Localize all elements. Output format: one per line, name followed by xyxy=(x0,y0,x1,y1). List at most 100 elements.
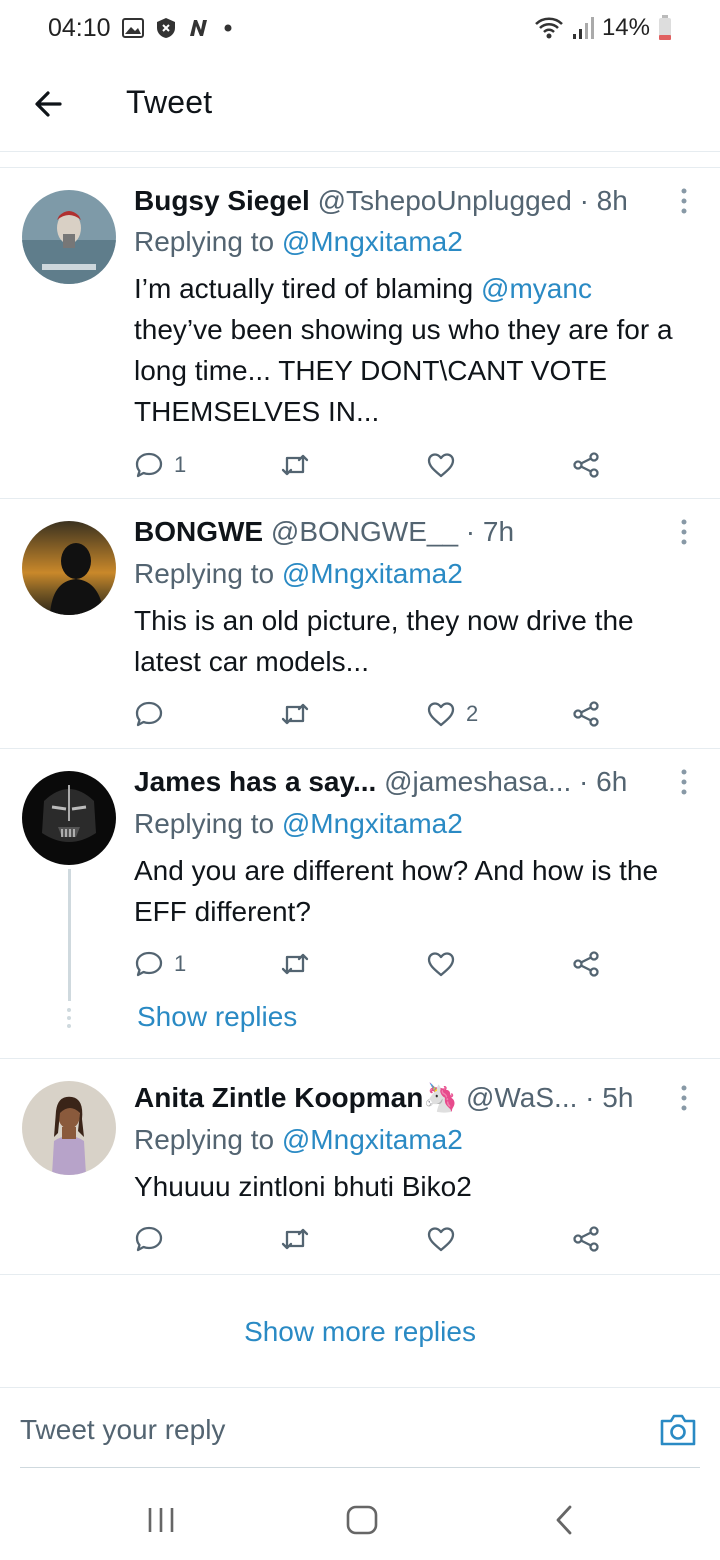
author-name[interactable]: Anita Zintle Koopman xyxy=(134,1082,423,1113)
tweet[interactable]: Anita Zintle Koopman🦄 @WaS... · 5h Reply… xyxy=(0,1059,720,1275)
page-title: Tweet xyxy=(126,84,213,120)
status-notification-icons xyxy=(122,17,232,39)
replying-label: Replying to xyxy=(134,226,275,257)
heart-icon xyxy=(427,453,455,478)
status-bar: 04:10 14% xyxy=(0,0,720,60)
author-name[interactable]: BONGWE xyxy=(134,516,263,547)
signal-icon xyxy=(572,17,594,39)
retweet-button[interactable] xyxy=(280,694,310,734)
reply-count: 1 xyxy=(174,951,187,976)
arrow-left-icon xyxy=(35,91,62,117)
show-replies-link[interactable]: Show replies xyxy=(137,1001,297,1033)
like-count: 2 xyxy=(466,701,479,726)
author-meta: @TshepoUnplugged · 8h xyxy=(317,185,628,216)
tweet[interactable]: James has a say... @jameshasa... · 6h Re… xyxy=(0,749,720,1059)
tweet-actions: 2 xyxy=(134,694,614,734)
share-button[interactable] xyxy=(571,445,601,485)
battery-icon xyxy=(659,15,671,40)
author-name[interactable]: James has a say... xyxy=(134,766,376,797)
tweet-text: Yhuuuu zintloni bhuti Biko2 xyxy=(134,1171,472,1202)
avatar[interactable] xyxy=(22,190,116,284)
thread-line xyxy=(68,869,71,1001)
reply-icon xyxy=(135,951,163,977)
show-more-label: Show more replies xyxy=(244,1315,476,1347)
mention-link[interactable]: @myanc xyxy=(481,273,592,304)
share-button[interactable] xyxy=(571,944,601,984)
retweet-button[interactable] xyxy=(280,445,310,485)
retweet-button[interactable] xyxy=(280,1219,310,1259)
tweet-header: Anita Zintle Koopman🦄 @WaS... · 5h xyxy=(134,1080,660,1116)
tweet-header: Bugsy Siegel @TshepoUnplugged · 8h xyxy=(134,183,660,219)
reply-button[interactable] xyxy=(134,1219,174,1259)
replying-to: Replying to @Mngxitama2 xyxy=(134,556,463,592)
author-meta: @WaS... · 5h xyxy=(465,1082,634,1113)
replying-handle-link[interactable]: @Mngxitama2 xyxy=(282,558,463,589)
retweet-icon xyxy=(281,454,309,476)
tweet-text: I’m actually tired of blaming @myanc the… xyxy=(134,268,680,432)
heart-icon xyxy=(427,952,455,977)
more-options-icon[interactable] xyxy=(674,186,694,216)
recent-apps-button[interactable] xyxy=(141,1502,181,1538)
replying-to: Replying to @Mngxitama2 xyxy=(134,806,463,842)
replying-handle-link[interactable]: @Mngxitama2 xyxy=(282,1124,463,1155)
reply-composer xyxy=(20,1392,700,1468)
camera-button[interactable] xyxy=(658,1412,698,1448)
unicorn-emoji: 🦄 xyxy=(423,1082,459,1113)
replying-handle-link[interactable]: @Mngxitama2 xyxy=(282,226,463,257)
reply-count: 1 xyxy=(174,452,187,477)
replying-handle-link[interactable]: @Mngxitama2 xyxy=(282,808,463,839)
recent-apps-icon xyxy=(148,1508,174,1532)
retweet-icon xyxy=(281,703,309,725)
reply-button[interactable]: 1 xyxy=(134,944,186,984)
home-button[interactable] xyxy=(342,1502,382,1538)
heart-icon xyxy=(427,1227,455,1252)
like-button[interactable] xyxy=(426,1219,456,1259)
avatar[interactable] xyxy=(22,521,116,615)
replying-label: Replying to xyxy=(134,808,275,839)
reply-icon xyxy=(135,701,163,727)
top-header: Tweet xyxy=(0,60,720,152)
retweet-button[interactable] xyxy=(280,944,310,984)
dot-icon xyxy=(224,24,232,32)
more-options-icon[interactable] xyxy=(674,1083,694,1113)
share-button[interactable] xyxy=(571,694,601,734)
more-options-icon[interactable] xyxy=(674,767,694,797)
reply-input[interactable] xyxy=(20,1410,620,1450)
avatar[interactable] xyxy=(22,771,116,865)
news-app-icon xyxy=(190,20,207,36)
tweet-text-part: they’ve been showing us who they are for… xyxy=(134,314,673,427)
share-icon xyxy=(573,452,599,478)
tweet-text-part: I’m actually tired of blaming xyxy=(134,273,482,304)
like-button[interactable] xyxy=(426,445,456,485)
system-back-button[interactable] xyxy=(544,1502,584,1538)
battery-percent: 14% xyxy=(601,14,650,41)
tweet-text: And you are different how? And how is th… xyxy=(134,855,659,927)
avatar-image xyxy=(22,190,116,284)
replying-label: Replying to xyxy=(134,558,275,589)
back-button[interactable] xyxy=(30,82,70,126)
system-nav-bar xyxy=(0,1480,720,1560)
tweet-actions: 1 xyxy=(134,944,614,984)
avatar-image xyxy=(22,1081,116,1175)
like-button[interactable] xyxy=(426,944,456,984)
like-button[interactable]: 2 xyxy=(426,694,478,734)
shield-block-icon xyxy=(157,18,175,38)
reply-button[interactable]: 1 xyxy=(134,445,186,485)
tweet[interactable]: Bugsy Siegel @TshepoUnplugged · 8h Reply… xyxy=(0,168,720,499)
heart-icon xyxy=(427,702,455,727)
share-button[interactable] xyxy=(571,1219,601,1259)
replying-to: Replying to @Mngxitama2 xyxy=(134,224,463,260)
author-name[interactable]: Bugsy Siegel xyxy=(134,185,310,216)
thread-dots-icon xyxy=(67,1008,71,1028)
show-more-replies-button[interactable]: Show more replies xyxy=(0,1276,720,1388)
tweet-header: BONGWE @BONGWE__ · 7h xyxy=(134,514,660,550)
camera-icon xyxy=(660,1414,696,1446)
more-options-icon[interactable] xyxy=(674,517,694,547)
tweet[interactable]: BONGWE @BONGWE__ · 7h Replying to @Mngxi… xyxy=(0,499,720,749)
avatar-image xyxy=(22,521,116,615)
replying-to: Replying to @Mngxitama2 xyxy=(134,1122,463,1158)
avatar-image xyxy=(22,771,116,865)
reply-button[interactable] xyxy=(134,694,174,734)
tweet-actions xyxy=(134,1219,614,1259)
avatar[interactable] xyxy=(22,1081,116,1175)
